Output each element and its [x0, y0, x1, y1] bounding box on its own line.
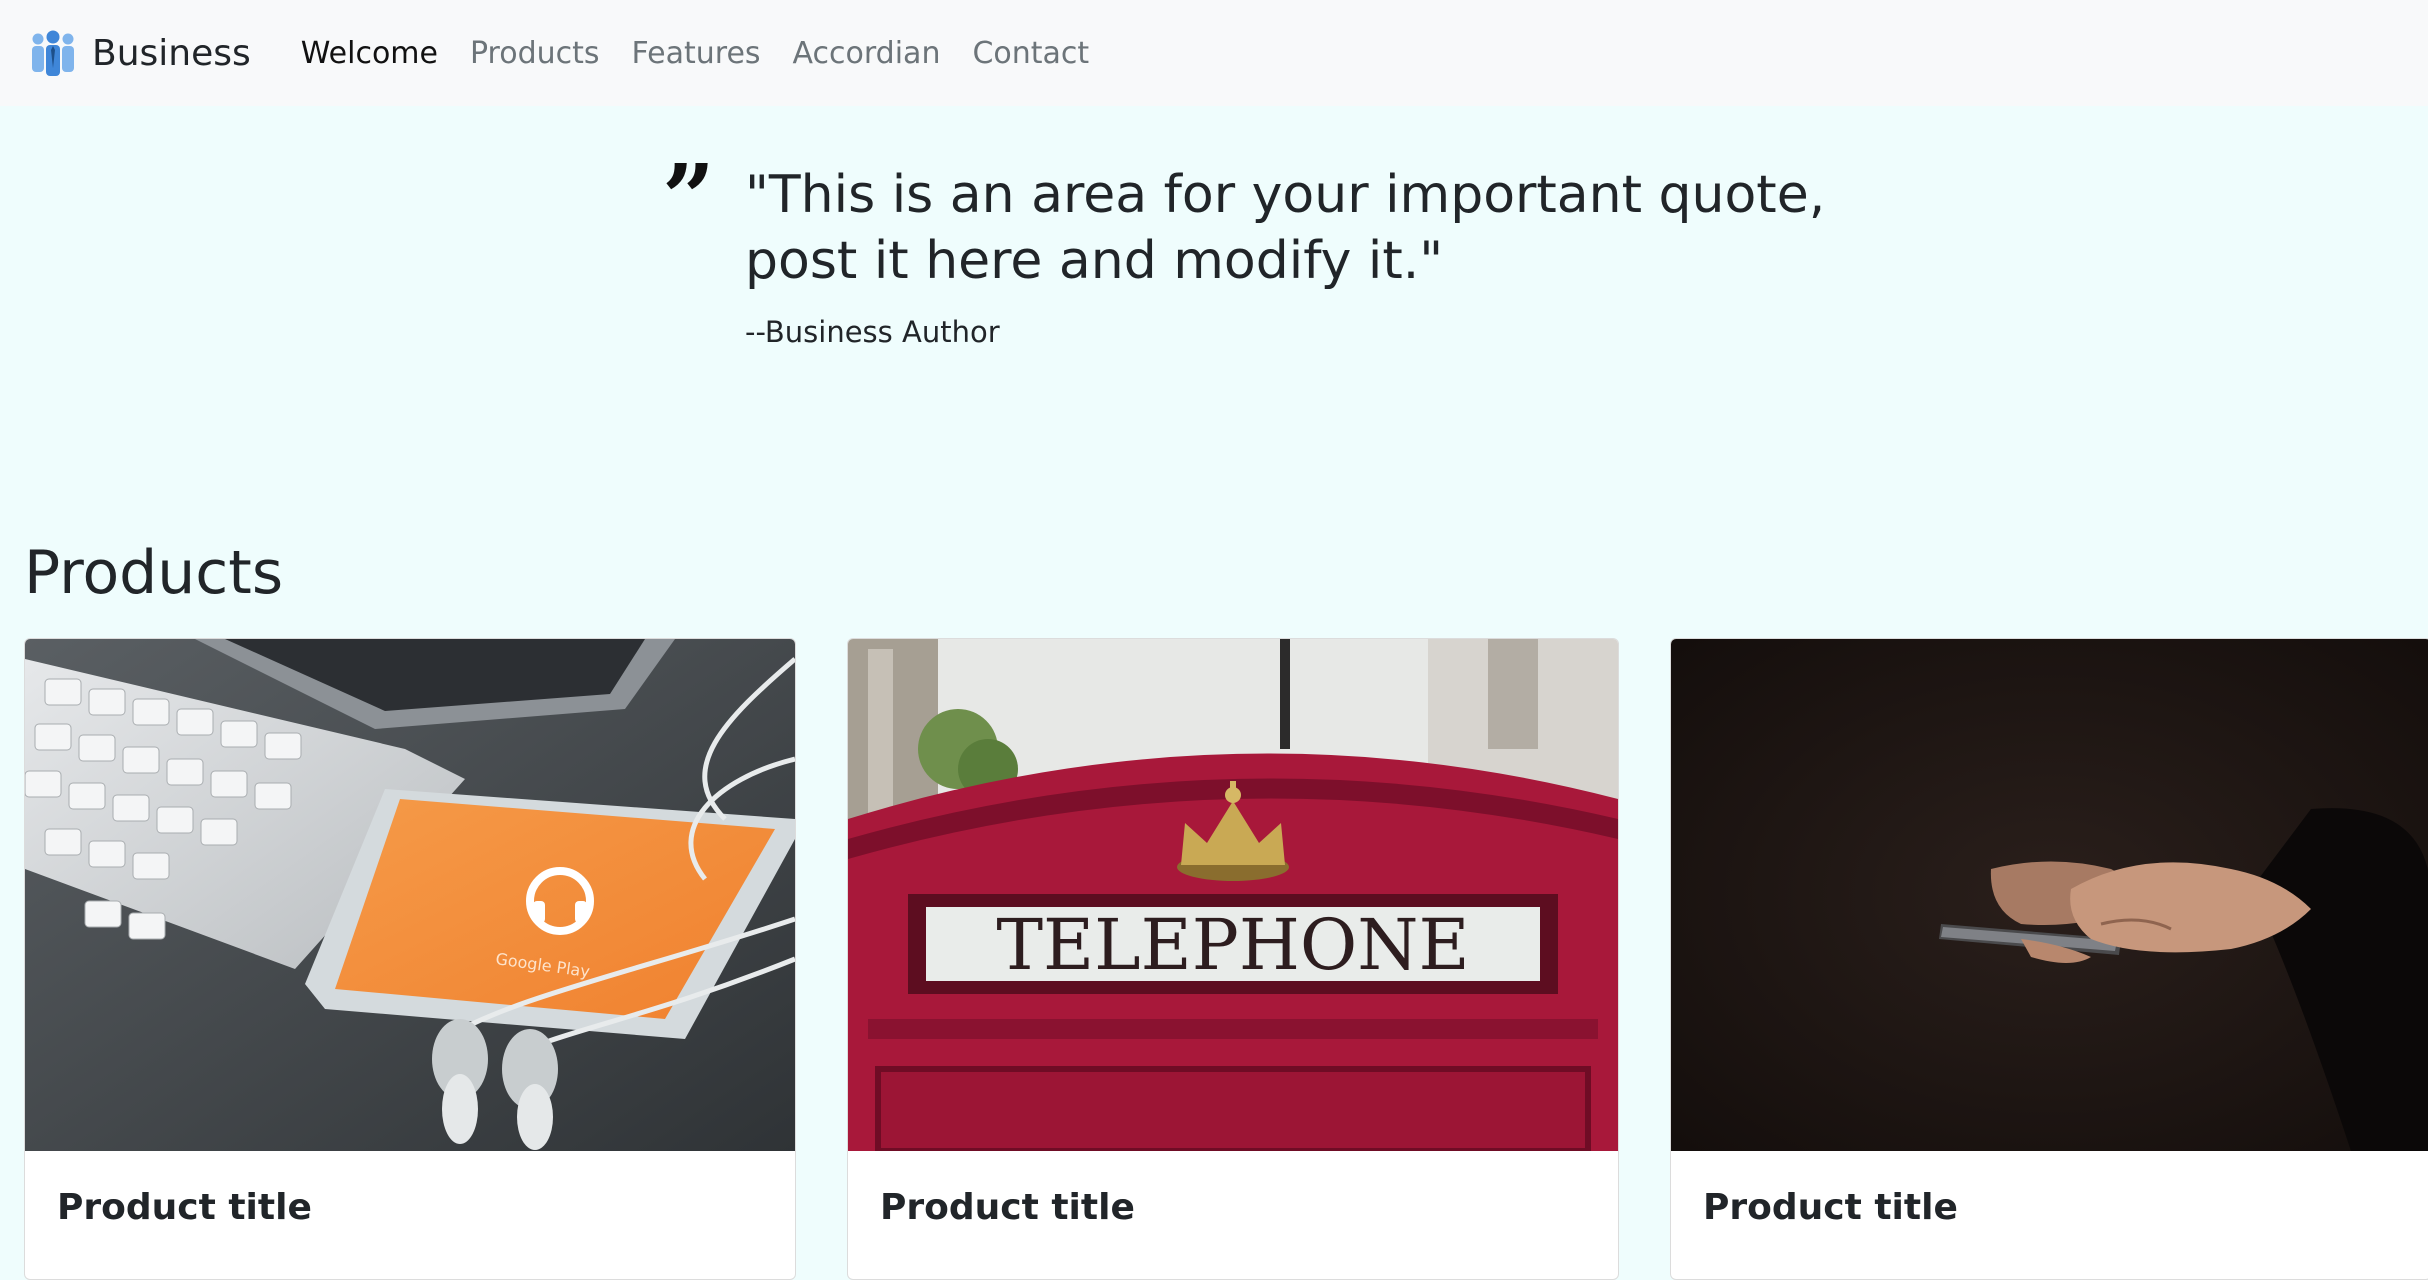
nav-link-accordian[interactable]: Accordian	[777, 36, 957, 71]
nav-link-welcome[interactable]: Welcome	[285, 36, 454, 71]
products-heading: Products	[24, 538, 284, 608]
main-nav: Welcome Products Features Accordian Cont…	[285, 36, 1105, 71]
nav-link-features[interactable]: Features	[616, 36, 777, 71]
quote-text: "This is an area for your important quot…	[745, 165, 1826, 291]
navbar: Business Welcome Products Features Accor…	[0, 0, 2428, 106]
product-card[interactable]: TELEPHONE Product title	[847, 638, 1619, 1280]
product-title: Product title	[1703, 1187, 1958, 1228]
product-card[interactable]: Google Play Product title	[24, 638, 796, 1280]
nav-link-products[interactable]: Products	[454, 36, 616, 71]
brand-link[interactable]: Business	[28, 28, 251, 78]
card-body: Product title	[1671, 1151, 2428, 1228]
brand-name: Business	[92, 32, 251, 74]
product-card[interactable]: Product title	[1670, 638, 2428, 1280]
phone-keyboard-earbuds-photo: Google Play	[25, 639, 795, 1151]
nav-link-contact[interactable]: Contact	[956, 36, 1105, 71]
people-group-icon	[32, 30, 74, 76]
red-telephone-box-photo: TELEPHONE	[848, 639, 1618, 1151]
quote-author: --Business Author	[745, 315, 1000, 349]
card-body: Product title	[25, 1151, 795, 1228]
product-title: Product title	[57, 1187, 312, 1228]
card-body: Product title	[848, 1151, 1618, 1228]
product-title: Product title	[880, 1187, 1135, 1228]
hands-holding-phone-photo	[1671, 639, 2428, 1151]
telephone-sign-text: TELEPHONE	[996, 904, 1469, 986]
quote-mark-icon: ”	[662, 144, 715, 252]
